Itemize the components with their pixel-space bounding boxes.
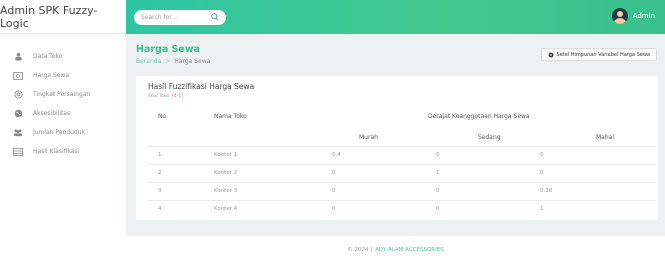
cell-mahal: 0	[540, 152, 544, 158]
sidebar-item-label: Tingkat Persaingan	[33, 91, 91, 98]
sidebar-item-label: Harga Sewa	[33, 72, 70, 79]
sidebar-item-tingkat-persaingan[interactable]: Tingkat Persaingan	[0, 85, 126, 104]
search-input[interactable]: Search for...	[141, 14, 177, 21]
cell-murah: 0.4	[332, 152, 341, 158]
cell-name: Konter 3	[214, 188, 238, 194]
table-row: 2 Konter 2 0 1 0	[148, 164, 656, 182]
count-badge: [4-1]	[172, 94, 183, 99]
globe-icon	[13, 109, 23, 119]
cell-sedang: 0	[436, 152, 440, 158]
sidebar: Data Toko Harga Sewa Tingkat Persaingan …	[0, 34, 126, 236]
cell-name: Konter 1	[214, 152, 238, 158]
header-name: Nama Toko	[214, 113, 247, 120]
sidebar-item-data-toko[interactable]: Data Toko	[0, 47, 126, 66]
card-subtitle-text: Real Toko	[148, 94, 170, 99]
money-icon	[13, 71, 23, 81]
page-title: Harga Sewa	[136, 44, 201, 55]
cell-no: 4	[158, 206, 162, 212]
set-variable-button[interactable]: Setel Himpunan Variabel Harga Sewa	[540, 48, 657, 61]
card-title: Hasil Fuzzifikasi Harga Sewa	[148, 82, 255, 91]
header-murah: Murah	[359, 134, 378, 141]
table-row: 3 Konter 3 0 0 0.18	[148, 182, 656, 200]
cell-mahal: 1	[540, 206, 544, 212]
header-no: No.	[158, 113, 168, 120]
users-icon	[13, 128, 23, 138]
set-variable-button-label: Setel Himpunan Variabel Harga Sewa	[556, 51, 650, 58]
footer-brand-link[interactable]: ADY ALAM ACCESSORIES	[375, 247, 444, 253]
sidebar-item-label: Data Toko	[33, 53, 63, 60]
cell-no: 1	[158, 152, 162, 158]
sidebar-item-harga-sewa[interactable]: Harga Sewa	[0, 66, 126, 85]
header-mahal: Mahal	[596, 134, 614, 141]
sidebar-item-hasil-klasifikasi[interactable]: Hasil Klasifikasi	[0, 142, 126, 161]
fuzzification-card: Hasil Fuzzifikasi Harga Sewa Real Toko […	[136, 76, 658, 220]
cell-murah: 0	[332, 206, 336, 212]
breadcrumb-home[interactable]: Beranda	[136, 58, 161, 65]
header-sedang: Sedang	[478, 134, 501, 141]
table-row: 4 Konter 4 0 0 1	[148, 200, 656, 218]
user-name[interactable]: Admin	[633, 12, 655, 20]
cell-sedang: 0	[436, 206, 440, 212]
footer: © 2024 | ADY ALAM ACCESSORIES	[126, 236, 665, 264]
cell-no: 2	[158, 170, 162, 176]
topbar: Search for... Admin	[126, 0, 665, 34]
cell-name: Konter 2	[214, 170, 238, 176]
cell-sedang: 0	[436, 188, 440, 194]
cell-mahal: 0	[540, 170, 544, 176]
header-membership: Derajat Keanggotaan Harga Sewa	[428, 113, 530, 120]
avatar[interactable]	[611, 8, 628, 24]
sidebar-item-aksesibilitas[interactable]: Aksesibilitas	[0, 104, 126, 123]
table-icon	[13, 147, 23, 157]
search-box[interactable]: Search for...	[134, 10, 226, 25]
sidebar-item-label: Aksesibilitas	[33, 110, 71, 117]
user-menu[interactable]: Admin	[611, 8, 655, 24]
breadcrumb: Beranda > Harga Sewa	[136, 58, 210, 65]
gear-icon	[548, 52, 553, 57]
sidebar-item-jumlah-penduduk[interactable]: Jumlah Penduduk	[0, 123, 126, 142]
cell-murah: 0	[332, 170, 336, 176]
footer-copyright: © 2024 |	[347, 247, 373, 253]
main-content: Harga Sewa Beranda > Harga Sewa Setel Hi…	[126, 34, 665, 236]
sidebar-item-label: Jumlah Penduduk	[33, 129, 86, 136]
cell-murah: 0	[332, 188, 336, 194]
sidebar-item-label: Hasil Klasifikasi	[33, 148, 80, 155]
target-icon	[13, 90, 23, 100]
table-row: 1 Konter 1 0.4 0 0	[148, 146, 656, 164]
cell-sedang: 1	[436, 170, 440, 176]
cell-mahal: 0.18	[540, 188, 553, 194]
cell-name: Konter 4	[214, 206, 238, 212]
card-subtitle: Real Toko [4-1]	[148, 94, 183, 99]
breadcrumb-separator: >	[165, 58, 171, 65]
app-title[interactable]: Admin SPK Fuzzy-Logic	[0, 0, 126, 34]
store-icon	[13, 52, 23, 62]
search-icon[interactable]	[210, 12, 220, 22]
breadcrumb-current: Harga Sewa	[174, 58, 211, 65]
cell-no: 3	[158, 188, 162, 194]
